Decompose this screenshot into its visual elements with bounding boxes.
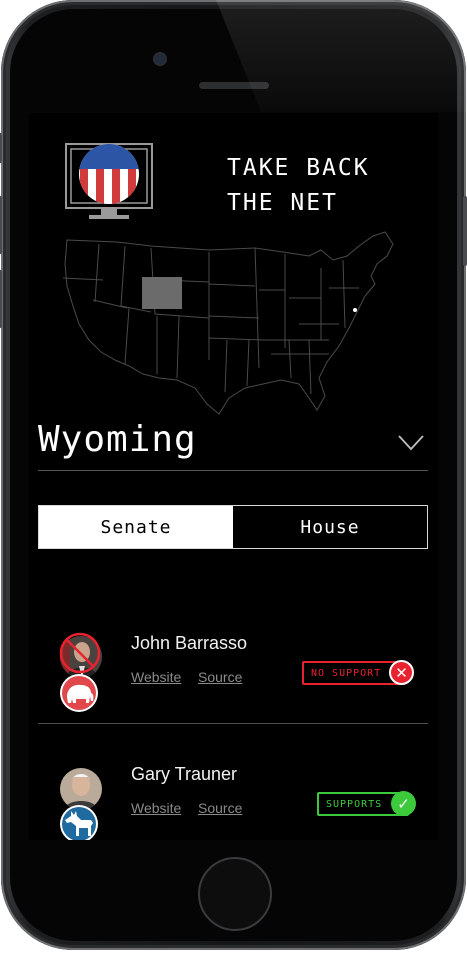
status-badge: SUPPORTS ✓ xyxy=(317,791,417,817)
app-screen: TAKE BACK THE NET Wyoming Senate House J… xyxy=(29,113,438,840)
tab-house[interactable]: House xyxy=(233,506,427,548)
rep-name: John Barrasso xyxy=(131,633,248,653)
front-camera xyxy=(153,52,167,66)
x-icon: ✕ xyxy=(389,660,414,685)
app-title-line1: TAKE BACK xyxy=(227,155,370,181)
elephant-icon xyxy=(60,674,98,712)
highlighted-state-wyoming xyxy=(142,277,182,309)
volume-down-button xyxy=(0,270,2,328)
monitor-flag-logo xyxy=(65,143,153,219)
home-button[interactable] xyxy=(198,857,272,931)
rep-card: John Barrasso Website Source NO SUPPORT … xyxy=(38,628,428,728)
donkey-icon xyxy=(60,805,98,840)
us-map[interactable] xyxy=(59,228,403,418)
state-name: Wyoming xyxy=(38,419,197,460)
dc-marker xyxy=(353,308,357,312)
earpiece-speaker xyxy=(199,82,269,89)
source-link[interactable]: Source xyxy=(198,800,242,816)
us-outline xyxy=(64,231,394,415)
source-link[interactable]: Source xyxy=(198,669,242,685)
row-divider xyxy=(38,723,428,724)
volume-up-button xyxy=(0,196,2,254)
chevron-down-icon[interactable] xyxy=(398,435,424,451)
check-icon: ✓ xyxy=(391,791,416,816)
chamber-tabs: Senate House xyxy=(38,505,428,549)
state-selector[interactable]: Wyoming xyxy=(38,413,428,471)
rep-name: Gary Trauner xyxy=(131,764,238,784)
app-title: TAKE BACK THE NET xyxy=(227,151,427,221)
app-title-line2: THE NET xyxy=(227,190,338,216)
website-link[interactable]: Website xyxy=(131,800,181,816)
status-badge: NO SUPPORT ✕ xyxy=(302,660,416,686)
power-button xyxy=(463,196,467,266)
elephant-icon xyxy=(59,632,101,674)
rep-card: Gary Trauner Website Source SUPPORTS ✓ xyxy=(38,758,428,840)
mute-switch xyxy=(0,133,2,163)
tab-senate[interactable]: Senate xyxy=(39,506,233,548)
website-link[interactable]: Website xyxy=(131,669,181,685)
